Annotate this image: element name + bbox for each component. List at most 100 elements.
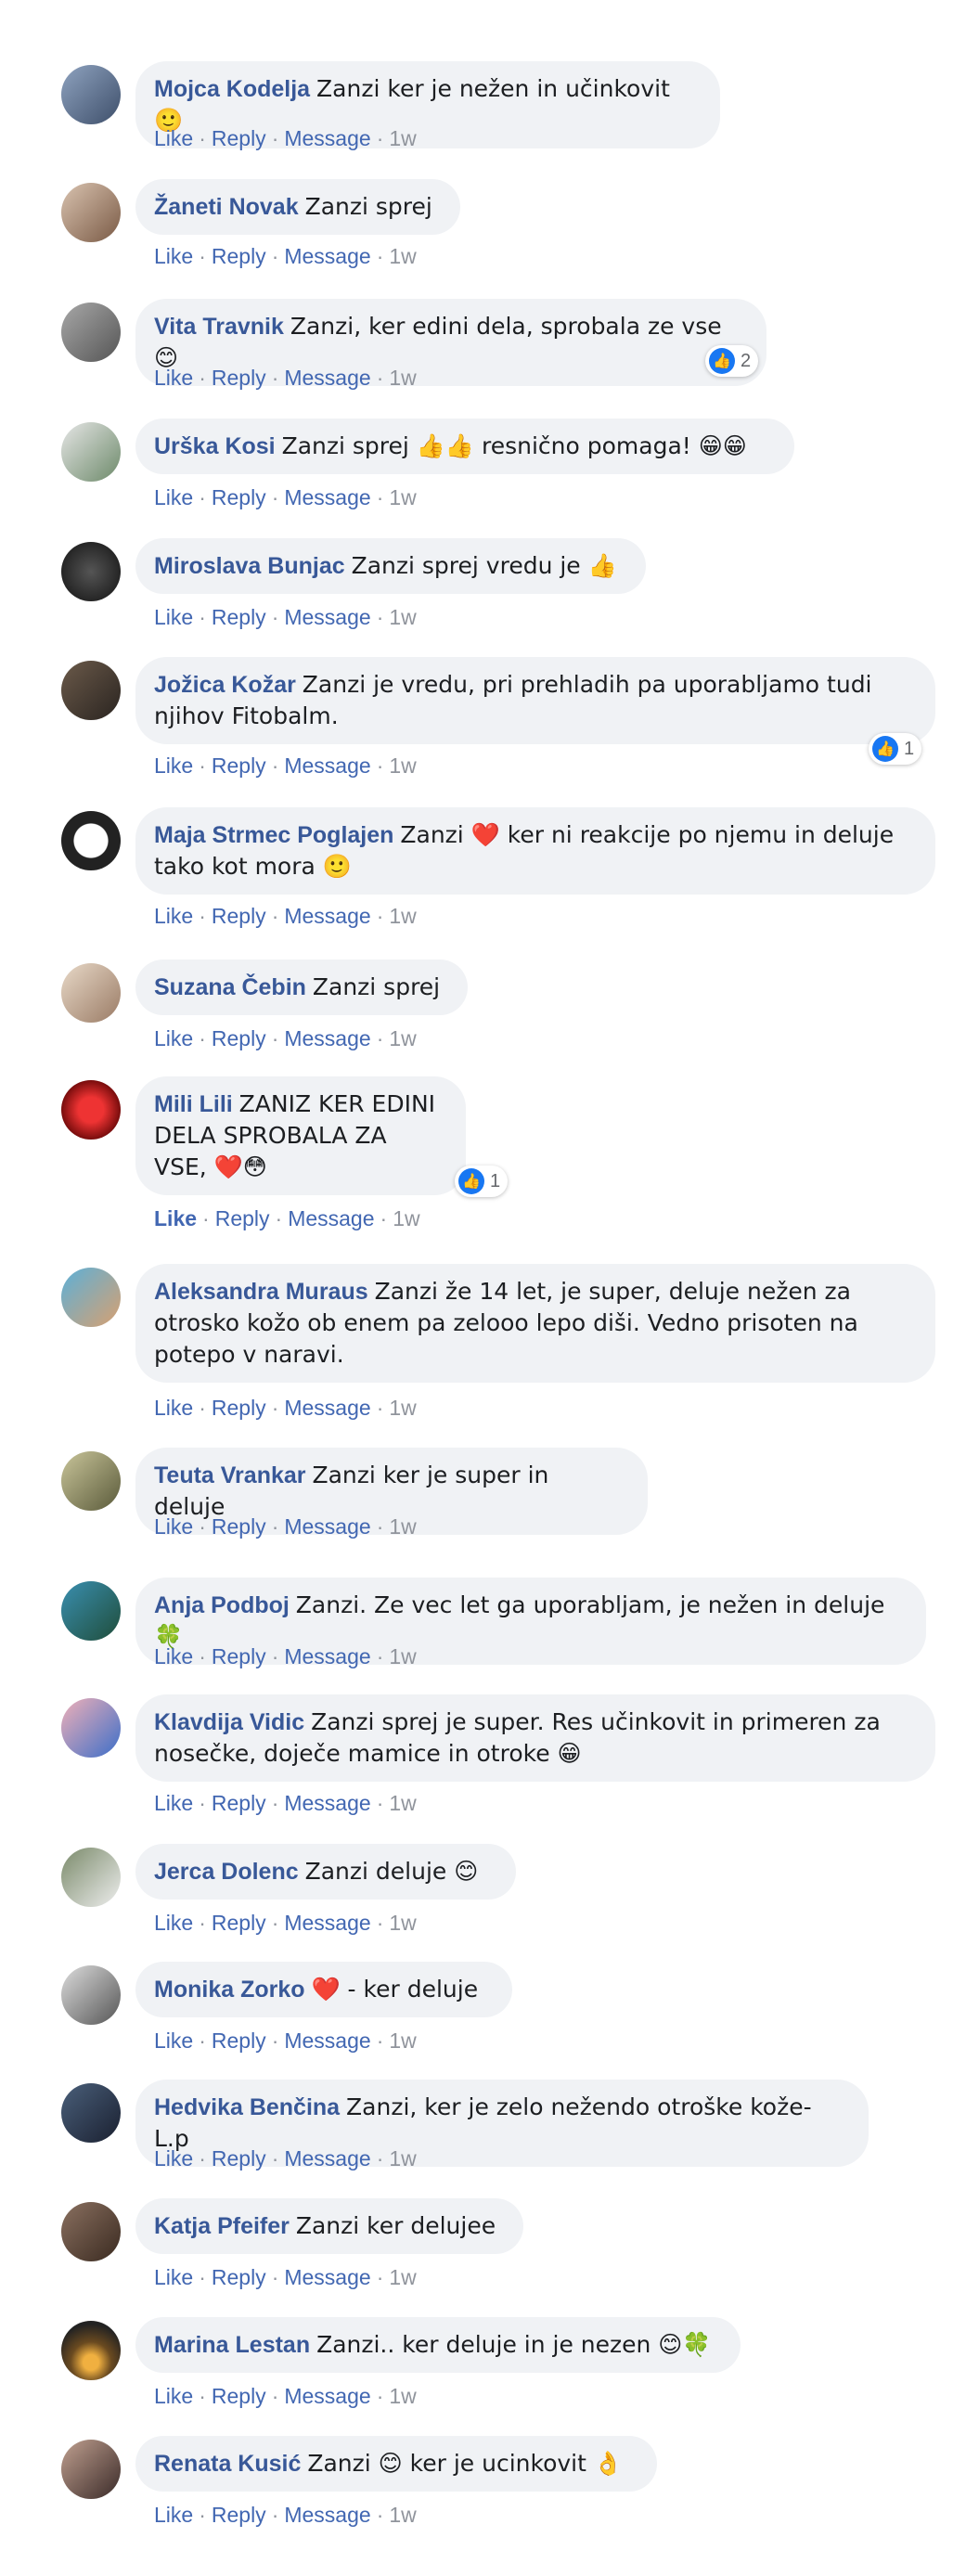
avatar[interactable] (61, 1698, 121, 1758)
timestamp[interactable]: 1w (389, 1644, 416, 1668)
like-link[interactable]: Like (154, 366, 193, 390)
message-link[interactable]: Message (284, 244, 370, 268)
like-link[interactable]: Like (154, 1644, 193, 1668)
avatar[interactable] (61, 303, 121, 362)
timestamp[interactable]: 1w (389, 2265, 416, 2289)
like-link[interactable]: Like (154, 1514, 193, 1539)
reply-link[interactable]: Reply (212, 605, 266, 629)
avatar[interactable] (61, 2202, 121, 2261)
message-link[interactable]: Message (284, 366, 370, 390)
avatar[interactable] (61, 1451, 121, 1511)
comment-author[interactable]: Jerca Dolenc (154, 1859, 299, 1885)
timestamp[interactable]: 1w (389, 1791, 416, 1815)
timestamp[interactable]: 1w (389, 2146, 416, 2170)
comment-author[interactable]: Mojca Kodelja (154, 76, 310, 102)
avatar[interactable] (61, 2083, 121, 2143)
avatar[interactable] (61, 811, 121, 870)
like-link[interactable]: Like (154, 1911, 193, 1935)
avatar[interactable] (61, 963, 121, 1023)
message-link[interactable]: Message (284, 753, 370, 778)
message-link[interactable]: Message (284, 1396, 370, 1420)
message-link[interactable]: Message (288, 1206, 374, 1230)
timestamp[interactable]: 1w (389, 126, 416, 150)
timestamp[interactable]: 1w (393, 1206, 419, 1230)
comment-author[interactable]: Aleksandra Muraus (154, 1279, 368, 1305)
timestamp[interactable]: 1w (389, 2503, 416, 2527)
like-link[interactable]: Like (154, 1396, 193, 1420)
reply-link[interactable]: Reply (212, 2503, 266, 2527)
message-link[interactable]: Message (284, 605, 370, 629)
comment-author[interactable]: Jožica Kožar (154, 672, 296, 698)
like-link[interactable]: Like (154, 605, 193, 629)
timestamp[interactable]: 1w (389, 2384, 416, 2408)
message-link[interactable]: Message (284, 904, 370, 928)
like-link[interactable]: Like (154, 1206, 197, 1230)
message-link[interactable]: Message (284, 126, 370, 150)
timestamp[interactable]: 1w (389, 605, 416, 629)
timestamp[interactable]: 1w (389, 2029, 416, 2053)
message-link[interactable]: Message (284, 485, 370, 509)
reply-link[interactable]: Reply (212, 1911, 266, 1935)
reply-link[interactable]: Reply (212, 485, 266, 509)
like-link[interactable]: Like (154, 2029, 193, 2053)
like-link[interactable]: Like (154, 753, 193, 778)
comment-author[interactable]: Mili Lili (154, 1091, 233, 1117)
reply-link[interactable]: Reply (212, 2146, 266, 2170)
message-link[interactable]: Message (284, 1514, 370, 1539)
message-link[interactable]: Message (284, 2029, 370, 2053)
like-link[interactable]: Like (154, 485, 193, 509)
comment-author[interactable]: Monika Zorko (154, 1977, 305, 2003)
timestamp[interactable]: 1w (389, 753, 416, 778)
like-link[interactable]: Like (154, 2146, 193, 2170)
reaction-count[interactable]: 👍 2 (705, 345, 759, 377)
reply-link[interactable]: Reply (212, 1514, 266, 1539)
timestamp[interactable]: 1w (389, 904, 416, 928)
reply-link[interactable]: Reply (212, 1026, 266, 1050)
timestamp[interactable]: 1w (389, 244, 416, 268)
comment-author[interactable]: Suzana Čebin (154, 974, 306, 1000)
message-link[interactable]: Message (284, 1791, 370, 1815)
reply-link[interactable]: Reply (215, 1206, 270, 1230)
like-link[interactable]: Like (154, 2384, 193, 2408)
comment-author[interactable]: Katja Pfeifer (154, 2213, 290, 2239)
avatar[interactable] (61, 1848, 121, 1907)
avatar[interactable] (61, 661, 121, 720)
like-link[interactable]: Like (154, 2503, 193, 2527)
reply-link[interactable]: Reply (212, 366, 266, 390)
reply-link[interactable]: Reply (212, 1396, 266, 1420)
message-link[interactable]: Message (284, 2146, 370, 2170)
comment-author[interactable]: Klavdija Vidic (154, 1709, 304, 1735)
message-link[interactable]: Message (284, 1911, 370, 1935)
comment-author[interactable]: Hedvika Benčina (154, 2094, 340, 2120)
comment-author[interactable]: Miroslava Bunjac (154, 553, 345, 579)
comment-author[interactable]: Anja Podboj (154, 1592, 290, 1618)
message-link[interactable]: Message (284, 1026, 370, 1050)
avatar[interactable] (61, 542, 121, 601)
like-link[interactable]: Like (154, 244, 193, 268)
comment-author[interactable]: Teuta Vrankar (154, 1462, 306, 1488)
timestamp[interactable]: 1w (389, 485, 416, 509)
comment-author[interactable]: Renata Kusić (154, 2451, 301, 2477)
reply-link[interactable]: Reply (212, 244, 266, 268)
message-link[interactable]: Message (284, 1644, 370, 1668)
avatar[interactable] (61, 183, 121, 242)
comment-author[interactable]: Maja Strmec Poglajen (154, 822, 393, 848)
reply-link[interactable]: Reply (212, 1644, 266, 1668)
reply-link[interactable]: Reply (212, 753, 266, 778)
comment-author[interactable]: Urška Kosi (154, 433, 276, 459)
message-link[interactable]: Message (284, 2265, 370, 2289)
timestamp[interactable]: 1w (389, 1911, 416, 1935)
like-link[interactable]: Like (154, 1791, 193, 1815)
avatar[interactable] (61, 2321, 121, 2380)
like-link[interactable]: Like (154, 2265, 193, 2289)
comment-author[interactable]: Marina Lestan (154, 2332, 310, 2358)
reply-link[interactable]: Reply (212, 2265, 266, 2289)
reply-link[interactable]: Reply (212, 2384, 266, 2408)
message-link[interactable]: Message (284, 2384, 370, 2408)
reaction-count[interactable]: 👍 1 (455, 1166, 509, 1197)
avatar[interactable] (61, 1080, 121, 1140)
avatar[interactable] (61, 422, 121, 482)
like-link[interactable]: Like (154, 1026, 193, 1050)
reply-link[interactable]: Reply (212, 1791, 266, 1815)
avatar[interactable] (61, 1581, 121, 1641)
